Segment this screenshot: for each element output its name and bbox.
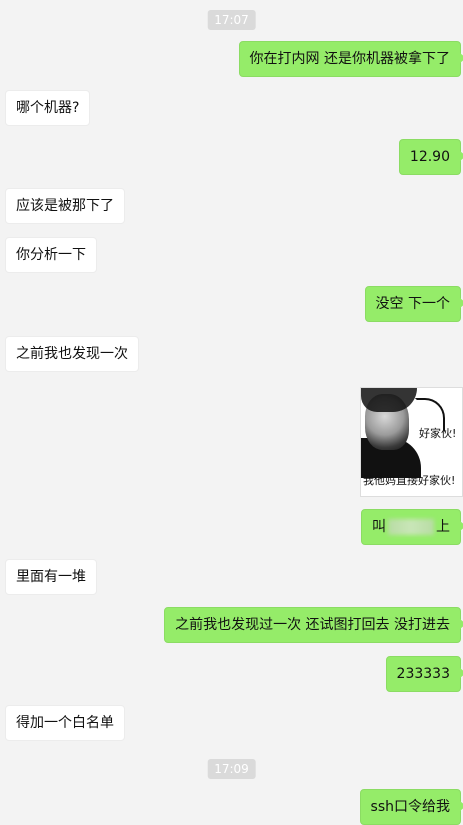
timestamp: 17:07 xyxy=(207,10,256,30)
message-text: 叫 xyxy=(372,519,386,535)
message-received[interactable]: 你分析一下 xyxy=(5,237,97,273)
message-sent[interactable]: ssh口令给我 xyxy=(359,789,463,825)
message-sent[interactable]: 没空 下一个 xyxy=(364,286,463,322)
redacted-text xyxy=(388,519,434,535)
message-received[interactable]: 应该是被那下了 xyxy=(5,188,125,224)
message-received[interactable]: 哪个机器? xyxy=(5,90,91,126)
message-sent[interactable]: 叫上 xyxy=(361,509,463,545)
message-received[interactable]: 之前我也发现一次 xyxy=(5,336,139,372)
message-received[interactable]: 里面有一堆 xyxy=(5,559,97,595)
message-text: 上 xyxy=(436,519,450,535)
sticker-caption-bottom: 我他妈直接好家伙! xyxy=(363,474,456,487)
timestamp: 17:09 xyxy=(207,759,256,779)
message-sent[interactable]: 你在打内网 还是你机器被拿下了 xyxy=(238,41,463,77)
message-sent[interactable]: 之前我也发现过一次 还试图打回去 没打进去 xyxy=(164,607,463,643)
sticker-message[interactable]: 好家伙! 我他妈直接好家伙! xyxy=(360,387,463,497)
message-sent[interactable]: 233333 xyxy=(385,656,463,692)
sticker-caption-top: 好家伙! xyxy=(419,427,457,440)
message-sent[interactable]: 12.90 xyxy=(398,139,463,175)
message-received[interactable]: 得加一个白名单 xyxy=(5,705,125,741)
